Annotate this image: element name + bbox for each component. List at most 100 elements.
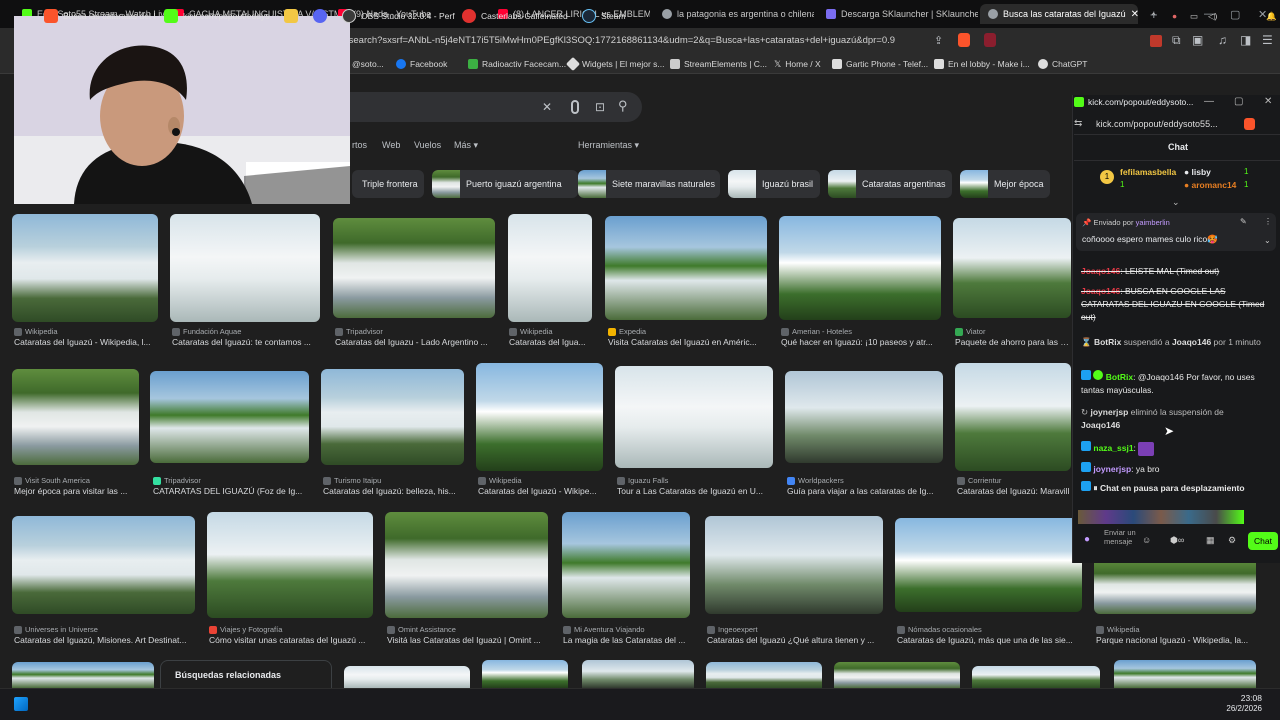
image-result[interactable]: [344, 666, 470, 688]
image-result[interactable]: [12, 214, 158, 322]
image-result[interactable]: [706, 662, 822, 688]
volume-icon[interactable]: ◁): [1208, 8, 1217, 24]
image-result[interactable]: [705, 516, 883, 614]
image-title[interactable]: Cómo visitar unas cataratas del Iguazú .…: [209, 635, 373, 645]
image-result[interactable]: [1094, 560, 1256, 614]
image-result[interactable]: [207, 512, 373, 618]
settings-gear-icon[interactable]: ⚙: [1228, 535, 1236, 546]
image-title[interactable]: Cataratas del Iguazú: belleza, his...: [323, 486, 464, 496]
chat-username[interactable]: BotRix: [1094, 337, 1121, 347]
taskbar-obs[interactable]: OBS Studio 32.0.4 - Perf: [342, 8, 455, 24]
image-title[interactable]: La magia de las Cataratas del ...: [563, 635, 691, 645]
taskbar-kick[interactable]: kick.com/popout/eddys: [164, 8, 269, 24]
bookmark-gartic[interactable]: Gartic Phone - Telef...: [832, 57, 928, 71]
maximize-icon[interactable]: ▢: [1234, 96, 1243, 107]
menu-icon[interactable]: ☰: [1262, 33, 1273, 47]
image-title[interactable]: Tour a Las Cataratas de Iguazú en U...: [617, 486, 773, 496]
notifications-icon[interactable]: 🔔: [1266, 8, 1277, 24]
taskbar-steam[interactable]: Steam: [582, 8, 626, 24]
image-result[interactable]: [482, 660, 568, 688]
image-title[interactable]: Cataratas del Iguazú, Misiones. Art Dest…: [14, 635, 196, 645]
image-title[interactable]: Cataratas del Iguazú: te contamos ...: [172, 337, 322, 347]
image-title[interactable]: Visita Cataratas del Iguazú en Améric...: [608, 337, 768, 347]
taskbar-explorer[interactable]: [284, 8, 298, 24]
lens-search-icon[interactable]: ⊡: [595, 100, 605, 114]
chat-username[interactable]: Joaqo146: [1081, 266, 1120, 276]
chat-username[interactable]: naza_ssj1: [1093, 443, 1133, 453]
taskbar-casterlabs[interactable]: Casterlabs-Caffeinated: [462, 8, 568, 24]
image-result[interactable]: [508, 214, 592, 322]
tab-mas[interactable]: Más ▾: [454, 140, 478, 151]
chat-username[interactable]: Joaqo146: [1172, 337, 1211, 347]
unpin-icon[interactable]: ✎: [1240, 217, 1247, 226]
bookmark-widgets[interactable]: Widgets | El mejor s...: [565, 56, 665, 72]
send-message-input[interactable]: Enviar un mensaje: [1104, 528, 1138, 546]
taskbar-discord[interactable]: [313, 8, 327, 24]
image-title[interactable]: CATARATAS DEL IGUAZÚ (Foz de Ig...: [153, 486, 309, 496]
image-result[interactable]: [972, 666, 1100, 688]
bookmark-radioactiv[interactable]: Radioactiv Facecam...: [468, 57, 566, 71]
image-result[interactable]: [955, 363, 1071, 471]
bookmark-chatgpt[interactable]: ChatGPT: [1038, 57, 1087, 71]
image-title[interactable]: Mejor época para visitar las ...: [14, 486, 139, 496]
image-result[interactable]: [895, 518, 1082, 612]
image-result[interactable]: [150, 371, 309, 463]
image-result[interactable]: [321, 369, 464, 465]
related-searches-card[interactable]: Búsquedas relacionadas: [160, 660, 332, 688]
bookmark-streamelements[interactable]: StreamElements | C...: [670, 57, 767, 71]
leaderboard-entry[interactable]: ● aromanc14: [1184, 180, 1236, 190]
tab-productos[interactable]: rtos: [352, 140, 367, 150]
clock-date[interactable]: 26/2/2026: [1222, 704, 1262, 713]
minimize-icon[interactable]: —: [1204, 96, 1214, 107]
bookmark-x[interactable]: 𝕏 Home / X: [774, 57, 821, 71]
network-icon[interactable]: ▭: [1190, 8, 1198, 24]
image-result[interactable]: [605, 216, 767, 320]
chat-username[interactable]: Joaqo146: [1081, 420, 1120, 430]
url-field[interactable]: /search?sxsrf=ANbL-n5j4eNT17i5T5iMwHm0PE…: [346, 33, 956, 49]
sidebar-icon[interactable]: ◨: [1240, 33, 1251, 47]
brave-rewards-icon[interactable]: [984, 33, 996, 47]
chat-send-button[interactable]: Chat: [1248, 532, 1278, 550]
image-title[interactable]: Qué hacer en Iguazú: ¡10 paseos y atr...: [781, 337, 943, 347]
image-title[interactable]: Parque nacional Iguazú - Wikipedia, la..…: [1096, 635, 1254, 645]
chip-cataratas-argentinas[interactable]: Cataratas argentinas: [828, 170, 952, 198]
voice-search-icon[interactable]: [571, 100, 579, 114]
image-title[interactable]: Cataratas del Iguazú - Wikipe...: [478, 486, 604, 496]
tab-web[interactable]: Web: [382, 140, 400, 150]
chip-siete-maravillas[interactable]: Siete maravillas naturales: [578, 170, 720, 198]
music-icon[interactable]: ♫: [1218, 33, 1227, 47]
extension-icon[interactable]: [1150, 35, 1162, 47]
emote-bar[interactable]: [1078, 510, 1244, 524]
image-result[interactable]: [785, 371, 943, 463]
screenshot-icon[interactable]: ▣: [1192, 33, 1203, 47]
search-icon[interactable]: ⚲: [618, 99, 628, 113]
clear-search-icon[interactable]: ✕: [542, 100, 552, 114]
emoji-icon[interactable]: ☺: [1142, 535, 1151, 545]
image-result[interactable]: [12, 662, 154, 688]
close-tab-icon[interactable]: ✕: [1131, 9, 1138, 20]
gift-icon[interactable]: ▦: [1206, 535, 1215, 546]
image-result[interactable]: [1114, 660, 1256, 688]
start-menu-icon[interactable]: [14, 697, 28, 711]
chip-mejor-epoca[interactable]: Mejor época: [960, 170, 1050, 198]
chat-username[interactable]: BotRix: [1106, 372, 1133, 382]
image-result[interactable]: [834, 662, 960, 688]
image-title[interactable]: Cataratas del Iguazú ¿Qué altura tienen …: [707, 635, 885, 645]
brave-shield-icon[interactable]: [958, 33, 970, 47]
image-result[interactable]: [170, 214, 320, 322]
image-title[interactable]: Cataratas de Iguazú, más que una de las …: [897, 635, 1079, 645]
tip-icon[interactable]: ⬢∞: [1170, 535, 1184, 546]
microphone-icon[interactable]: ●: [1084, 534, 1090, 545]
image-result[interactable]: [12, 516, 195, 614]
image-title[interactable]: Cataratas del Iguazú - Wikipedia, l...: [14, 337, 158, 347]
image-result[interactable]: [953, 218, 1071, 318]
tab-sklauncher[interactable]: Descarga SKlauncher | SKlauncher: [818, 4, 978, 24]
image-result[interactable]: [333, 218, 495, 318]
image-result[interactable]: [779, 216, 941, 320]
image-result[interactable]: [476, 363, 603, 471]
taskbar-brave[interactable]: Busca las cataratas del I: [44, 8, 156, 24]
close-window-icon[interactable]: ✕: [1264, 96, 1272, 107]
site-info-icon[interactable]: ⇆: [1074, 118, 1082, 129]
chip-triple-frontera[interactable]: Triple frontera: [352, 170, 424, 198]
image-title[interactable]: Guía para viajar a las cataratas de Ig..…: [787, 486, 943, 496]
